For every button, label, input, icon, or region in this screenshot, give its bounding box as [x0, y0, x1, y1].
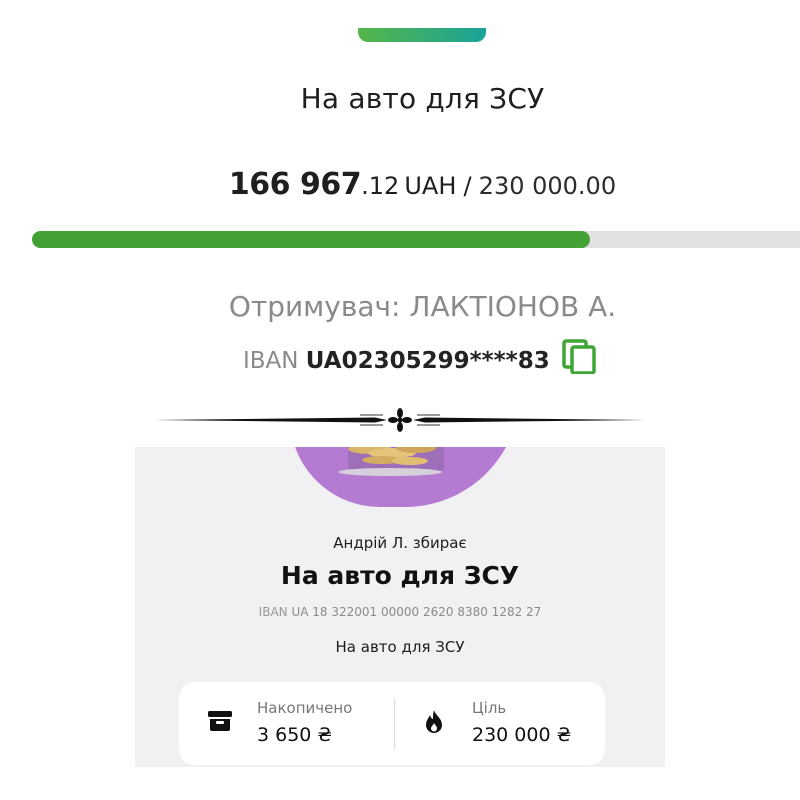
ornamental-divider — [155, 408, 645, 432]
amount-cents: .12 — [361, 172, 400, 200]
card-iban-value: UA 18 322001 00000 2620 8380 1282 27 — [291, 605, 542, 619]
iban-row: IBAN UA02305299****83 — [0, 338, 800, 380]
top-accent-tab — [358, 28, 486, 42]
saved-value: 3 650 ₴ — [257, 724, 333, 746]
amount-target: 230 000.00 — [478, 172, 617, 200]
stats-separator — [394, 698, 395, 750]
amount-summary: 166 967.12 UAH / 230 000.00 — [0, 167, 800, 202]
amount-currency: UAH — [404, 172, 457, 200]
amount-collected: 166 967 — [228, 167, 362, 202]
iban-value: UA02305299****83 — [305, 348, 550, 374]
archive-box-icon — [207, 709, 233, 737]
card-title: На авто для ЗСУ — [280, 561, 520, 590]
card-iban-label: IBAN — [258, 605, 288, 619]
card-description: На авто для ЗСУ — [335, 638, 465, 656]
recipient-name: Отримувач: ЛАКТІОНОВ А. — [228, 290, 617, 323]
coins-illustration — [338, 447, 444, 476]
saved-label: Накопичено — [257, 699, 353, 717]
stats-panel: Накопичено 3 650 ₴ Ціль 230 000 ₴ — [179, 682, 605, 765]
goal-value: 230 000 ₴ — [472, 724, 572, 746]
progress-bar-fill — [32, 231, 590, 248]
amount-separator: / — [463, 172, 472, 200]
jar-card: Андрій Л. збирає На авто для ЗСУ IBAN UA… — [135, 447, 665, 767]
goal-label: Ціль — [472, 699, 507, 717]
progress-bar — [32, 231, 800, 248]
iban-label: IBAN — [242, 348, 299, 374]
collector-name: Андрій Л. збирає — [333, 534, 467, 552]
jar-title: На авто для ЗСУ — [300, 82, 545, 115]
flame-icon — [422, 709, 446, 739]
card-iban: IBAN UA 18 322001 00000 2620 8380 1282 2… — [135, 605, 665, 619]
copy-icon[interactable] — [561, 338, 597, 380]
